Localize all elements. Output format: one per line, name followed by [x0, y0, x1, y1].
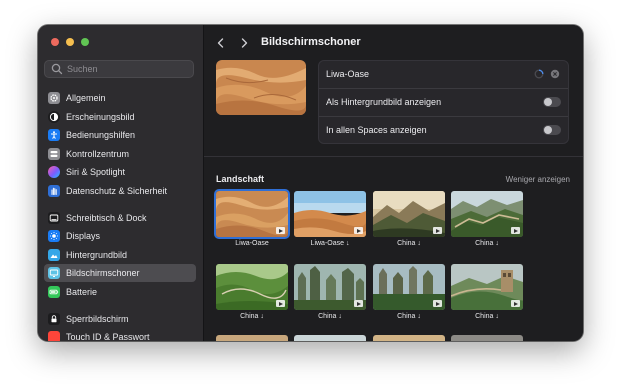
main-pane: Bildschirmschoner Liwa-Oase Als Hintergr… [204, 25, 583, 341]
video-badge-icon [511, 300, 520, 307]
dock-icon [48, 211, 60, 224]
current-screensaver-name: Liwa-Oase [326, 69, 370, 79]
search-field[interactable] [44, 60, 194, 78]
sidebar-item-label: Allgemein [66, 93, 106, 103]
sidebar-item-kontrollzentrum[interactable]: Kontrollzentrum [44, 145, 196, 163]
all-spaces-row: In allen Spaces anzeigen [319, 117, 568, 143]
chevron-left-icon[interactable] [214, 36, 228, 50]
video-badge-icon [433, 227, 442, 234]
sidebar: Allgemein Erscheinungsbild Bedienungshil… [38, 25, 204, 341]
siri-icon [48, 166, 60, 179]
screensaver-thumbnail[interactable] [216, 264, 288, 310]
sidebar-item-bedienungshilfen[interactable]: Bedienungshilfen [44, 126, 196, 144]
sidebar-item-label: Kontrollzentrum [66, 148, 130, 159]
toolbar: Bildschirmschoner [204, 25, 583, 61]
sidebar-item-label: Touch ID & Passwort [66, 332, 150, 341]
current-screensaver-preview [216, 60, 306, 115]
sidebar-item-datenschutz[interactable]: Datenschutz & Sicherheit [44, 182, 196, 200]
sidebar-item-label: Schreibtisch & Dock [66, 212, 147, 223]
sidebar-item-schreibtisch-dock[interactable]: Schreibtisch & Dock [44, 209, 196, 227]
sidebar-item-displays[interactable]: Displays [44, 227, 196, 245]
sidebar-item-hintergrundbild[interactable]: Hintergrundbild [44, 246, 196, 264]
accessibility-icon [48, 129, 60, 142]
lock-icon [48, 312, 60, 325]
sidebar-item-label: Sperrbildschirm [66, 313, 129, 324]
page-title: Bildschirmschoner [261, 36, 361, 48]
thumbnail-caption: China ↓ [397, 313, 421, 320]
sidebar-item-bildschirmschoner[interactable]: Bildschirmschoner [44, 264, 196, 283]
screensaver-thumbnail[interactable] [216, 191, 288, 237]
close-window-button[interactable] [51, 38, 59, 46]
screensaver-thumbnail[interactable] [294, 191, 366, 237]
thumbnail-caption: China ↓ [397, 240, 421, 247]
thumbnail-caption: China ↓ [318, 313, 342, 320]
sidebar-nav: Allgemein Erscheinungsbild Bedienungshil… [44, 89, 196, 341]
sidebar-item-touch-id[interactable]: Touch ID & Passwort [44, 328, 196, 341]
video-badge-icon [511, 227, 520, 234]
screensaver-thumbnail[interactable] [294, 264, 366, 310]
sidebar-item-batterie[interactable]: Batterie [44, 283, 196, 301]
thumbnail-caption: Liwa-Oase [235, 240, 269, 247]
screensaver-thumbnail[interactable] [373, 264, 445, 310]
screensaver-thumbnail[interactable] [216, 335, 288, 341]
gear-icon [48, 92, 60, 104]
minimize-window-button[interactable] [66, 38, 74, 46]
screensaver-icon [48, 267, 60, 280]
fingerprint-icon [48, 331, 60, 341]
sidebar-item-erscheinungsbild[interactable]: Erscheinungsbild [44, 108, 196, 126]
sidebar-item-label: Displays [66, 231, 101, 242]
show-as-wallpaper-row: Als Hintergrundbild anzeigen [319, 89, 568, 115]
screensaver-thumbnail[interactable] [451, 264, 523, 310]
traffic-lights [51, 38, 89, 46]
thumbnail-caption: China ↓ [475, 240, 499, 247]
cancel-download-icon[interactable] [550, 69, 560, 79]
control-center-icon [48, 147, 60, 160]
screensaver-thumbnail[interactable] [373, 335, 445, 341]
video-badge-icon [276, 227, 285, 234]
battery-icon [48, 285, 60, 298]
current-screensaver-row: Liwa-Oase [319, 61, 568, 87]
loading-spinner-icon [534, 69, 544, 79]
show-as-wallpaper-label: Als Hintergrundbild anzeigen [326, 97, 442, 107]
zoom-window-button[interactable] [81, 38, 89, 46]
sidebar-item-allgemein[interactable]: Allgemein [44, 89, 196, 107]
screensaver-thumbnail[interactable] [373, 191, 445, 237]
screensaver-thumbnail[interactable] [451, 335, 523, 341]
video-badge-icon [276, 300, 285, 307]
sidebar-item-sperrbildschirm[interactable]: Sperrbildschirm [44, 310, 196, 328]
thumbnail-caption: China ↓ [475, 313, 499, 320]
screensaver-thumbnail[interactable] [451, 191, 523, 237]
privacy-hand-icon [48, 184, 60, 197]
sidebar-item-label: Erscheinungsbild [66, 111, 135, 122]
screensaver-thumbnail[interactable] [294, 335, 366, 341]
all-spaces-toggle[interactable] [543, 125, 561, 135]
video-badge-icon [354, 227, 363, 234]
sidebar-item-label: Bedienungshilfen [66, 130, 136, 141]
sidebar-item-label: Bildschirmschoner [66, 268, 140, 279]
appearance-icon [48, 110, 60, 123]
thumbnail-caption: China ↓ [240, 313, 264, 320]
section-title: Landschaft [216, 174, 265, 184]
section-divider [204, 156, 583, 157]
thumbnail-caption: Liwa-Oase ↓ [310, 240, 350, 247]
show-as-wallpaper-toggle[interactable] [543, 97, 561, 107]
chevron-right-icon[interactable] [237, 36, 251, 50]
all-spaces-label: In allen Spaces anzeigen [326, 125, 427, 135]
sidebar-item-label: Siri & Spotlight [66, 167, 126, 178]
video-badge-icon [433, 300, 442, 307]
display-brightness-icon [48, 230, 60, 243]
sidebar-item-label: Hintergrundbild [66, 249, 128, 260]
search-icon [51, 63, 63, 75]
sidebar-item-label: Batterie [66, 286, 98, 297]
screensaver-options: Liwa-Oase Als Hintergrundbild anzeigen I… [318, 60, 569, 144]
sidebar-item-siri-spotlight[interactable]: Siri & Spotlight [44, 163, 196, 181]
settings-window: Allgemein Erscheinungsbild Bedienungshil… [38, 25, 583, 341]
wallpaper-icon [48, 248, 60, 261]
video-badge-icon [354, 300, 363, 307]
search-input[interactable] [67, 64, 177, 74]
sidebar-item-label: Datenschutz & Sicherheit [66, 185, 168, 196]
show-less-link[interactable]: Weniger anzeigen [506, 175, 570, 184]
